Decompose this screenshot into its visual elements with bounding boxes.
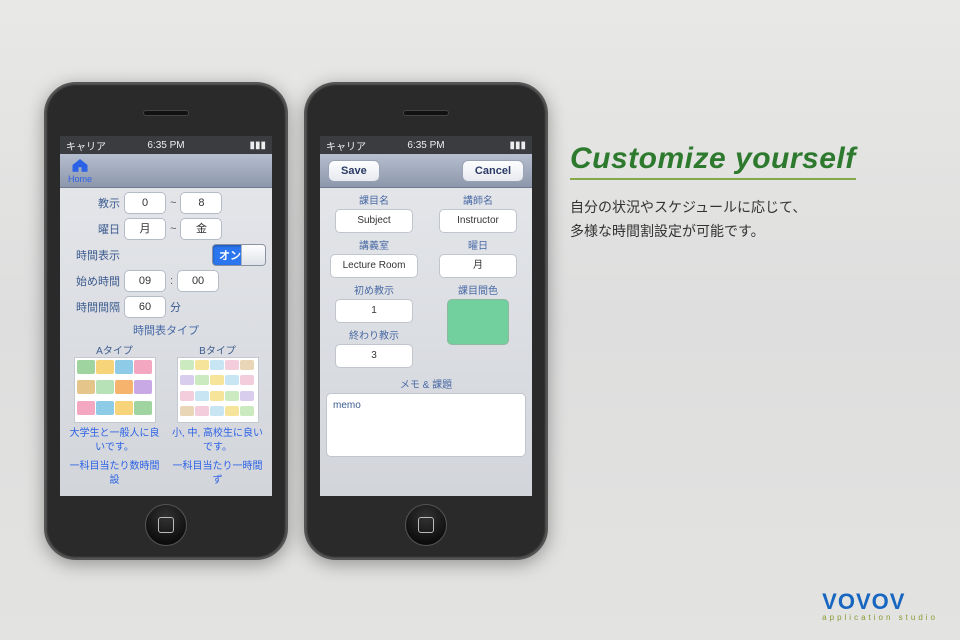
start-time-label: 始め時間 [66,273,120,289]
feature-desc: 自分の状況やスケジュールに応じて、 多様な時間割設定が可能です。 [570,196,806,244]
toggle-knob [241,245,265,265]
home-icon [71,157,89,173]
kyoji-label: 教示 [66,195,120,211]
memo-placeholder: memo [333,400,361,411]
color-group: 課目間色 [430,282,526,368]
interval-field[interactable]: 60 [124,296,166,318]
tilde: ~ [170,197,176,209]
kyoji-to-field[interactable]: 8 [180,192,222,214]
brand-tagline: application studio [822,613,938,622]
room-label: 講義室 [359,237,389,252]
types-header: 時間表タイプ [66,322,266,338]
memo-label: メモ & 課題 [326,376,526,391]
type-b-desc1: 小, 中, 高校生に良いです。 [169,427,266,454]
interval-label: 時間間隔 [66,299,120,315]
start-min-field[interactable]: 00 [177,270,219,292]
time-display-toggle[interactable]: オン [212,244,266,266]
type-a-desc1: 大学生と一般人に良いです。 [66,427,163,454]
youbi-to-field[interactable]: 金 [180,218,222,240]
earpiece [143,110,189,116]
start-period-input[interactable]: 1 [335,299,413,323]
youbi-label: 曜日 [66,221,120,237]
toggle-on-label: オン [219,247,241,263]
kyoji-from-field[interactable]: 0 [124,192,166,214]
earpiece [403,110,449,116]
subject-field-group: 課目名 Subject [326,192,422,233]
home-button[interactable]: Home [68,157,92,184]
type-b-desc2: 一科目当たり一時間ず [169,460,266,487]
type-a-card[interactable]: Aタイプ 大学生と一般人に良いです。 一科目当たり数時間設 [66,340,163,487]
color-label: 課目間色 [458,282,498,297]
interval-unit: 分 [170,299,181,315]
battery-icon: ▮▮▮ [509,140,526,151]
instructor-label: 講師名 [463,192,493,207]
settings-content: 教示 0 ~ 8 曜日 月 ~ 金 時間表示 オン 始め時間 [60,188,272,496]
start-period-group: 初め教示 1 [326,282,422,323]
youbi-from-field[interactable]: 月 [124,218,166,240]
cancel-button[interactable]: Cancel [462,160,524,182]
type-a-desc2: 一科目当たり数時間設 [66,460,163,487]
day-label: 曜日 [468,237,488,252]
type-chooser: Aタイプ 大学生と一般人に良いです。 一科目当たり数時間設 Bタイプ [66,340,266,487]
feature-desc-line2: 多様な時間割設定が可能です。 [570,220,806,244]
status-bar: キャリア 6:35 PM ▮▮▮ [320,136,532,154]
end-period-group: 終わり教示 3 [326,327,422,368]
feature-desc-line1: 自分の状況やスケジュールに応じて、 [570,196,806,220]
status-bar: キャリア 6:35 PM ▮▮▮ [60,136,272,154]
screen-edit: キャリア 6:35 PM ▮▮▮ Save Cancel 課目名 Subject… [320,136,532,496]
day-field-group: 曜日 月 [430,237,526,278]
subject-input[interactable]: Subject [335,209,413,233]
home-hardware-button[interactable] [405,504,447,546]
nav-bar: Save Cancel [320,154,532,188]
end-period-input[interactable]: 3 [335,344,413,368]
device-phone-settings: キャリア 6:35 PM ▮▮▮ Home 教示 0 ~ 8 曜日 月 [44,82,288,560]
carrier-label: キャリア [326,138,366,153]
instructor-input[interactable]: Instructor [439,209,517,233]
type-b-thumb [177,357,259,423]
room-field-group: 講義室 Lecture Room [326,237,422,278]
start-period-label: 初め教示 [354,282,394,297]
type-b-card[interactable]: Bタイプ 小, 中, 高校生に良いです。 一科目当たり一時間ず [169,340,266,487]
type-a-thumb [74,357,156,423]
instructor-field-group: 講師名 Instructor [430,192,526,233]
day-select[interactable]: 月 [439,254,517,278]
home-label: Home [68,174,92,184]
home-hardware-button[interactable] [145,504,187,546]
memo-section: メモ & 課題 memo [326,376,526,457]
brand-logo: VOVOV application studio [822,589,938,622]
device-phone-edit: キャリア 6:35 PM ▮▮▮ Save Cancel 課目名 Subject… [304,82,548,560]
feature-title: Customize yourself [570,142,856,180]
tilde: ~ [170,223,176,235]
edit-content: 課目名 Subject 講師名 Instructor 講義室 Lecture R… [320,188,532,496]
room-input[interactable]: Lecture Room [330,254,418,278]
nav-bar: Home [60,154,272,188]
start-hour-field[interactable]: 09 [124,270,166,292]
brand-name: VOVOV [822,589,905,614]
color-picker[interactable] [447,299,509,345]
save-button[interactable]: Save [328,160,380,182]
carrier-label: キャリア [66,138,106,153]
battery-icon: ▮▮▮ [249,140,266,151]
colon: : [170,275,173,287]
subject-label: 課目名 [359,192,389,207]
time-display-label: 時間表示 [66,247,120,263]
type-b-name: Bタイプ [199,342,236,357]
memo-textarea[interactable]: memo [326,393,526,457]
end-period-label: 終わり教示 [349,327,399,342]
screen-settings: キャリア 6:35 PM ▮▮▮ Home 教示 0 ~ 8 曜日 月 [60,136,272,496]
type-a-name: Aタイプ [96,342,133,357]
